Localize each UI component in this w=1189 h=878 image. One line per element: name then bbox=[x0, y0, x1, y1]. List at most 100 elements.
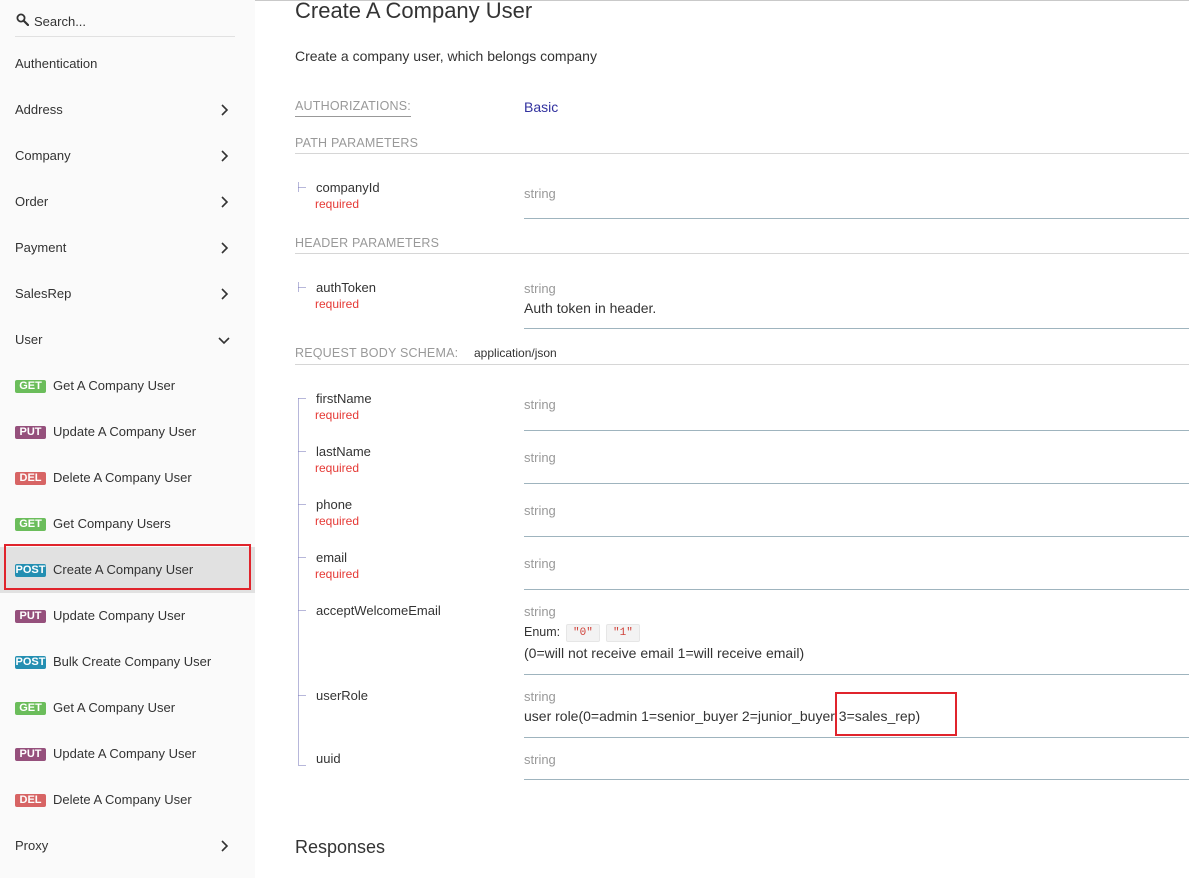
sidebar-item-label: Proxy bbox=[15, 838, 49, 853]
param-description: Auth token in header. bbox=[524, 300, 657, 316]
required-label: required bbox=[315, 197, 360, 211]
tree-connector bbox=[298, 557, 306, 558]
divider bbox=[524, 328, 1189, 329]
search-input[interactable] bbox=[34, 10, 229, 32]
tree-connector bbox=[298, 282, 299, 292]
sidebar-item-label: SalesRep bbox=[15, 286, 72, 301]
divider bbox=[524, 218, 1189, 219]
sidebar-item-address[interactable]: Address bbox=[0, 87, 255, 133]
param-type: string bbox=[524, 752, 556, 767]
param-type: string bbox=[524, 281, 556, 296]
tree-connector bbox=[298, 398, 306, 399]
responses-heading: Responses bbox=[295, 837, 386, 857]
sidebar-op-delete-company-user-2[interactable]: DEL Delete A Company User bbox=[0, 777, 255, 823]
required-label: required bbox=[315, 461, 360, 475]
enum-label: Enum: bbox=[524, 625, 561, 639]
sidebar-op-update-company-user-2[interactable]: PUT Update Company User bbox=[0, 593, 255, 639]
sidebar-op-label: Bulk Create Company User bbox=[53, 654, 212, 669]
param-name-companyid: companyId bbox=[316, 180, 380, 195]
sidebar-op-label: Get A Company User bbox=[53, 378, 176, 393]
sidebar-item-label: Company bbox=[15, 148, 71, 163]
divider bbox=[295, 253, 1189, 254]
divider bbox=[524, 779, 1189, 780]
sidebar-item-proxy[interactable]: Proxy bbox=[0, 823, 255, 869]
request-body-heading: REQUEST BODY SCHEMA: bbox=[295, 346, 459, 360]
annotation-highlight-box bbox=[4, 544, 251, 590]
param-type: string bbox=[524, 689, 556, 704]
chevron-right-icon bbox=[221, 104, 229, 116]
sidebar-op-update-company-user-3[interactable]: PUT Update A Company User bbox=[0, 731, 255, 777]
method-badge-put: PUT bbox=[15, 748, 46, 761]
sidebar-op-get-company-user-2[interactable]: GET Get A Company User bbox=[0, 685, 255, 731]
tree-connector bbox=[298, 765, 306, 766]
param-name-acceptwelcomeemail: acceptWelcomeEmail bbox=[316, 603, 441, 618]
method-badge-get: GET bbox=[15, 380, 46, 393]
sidebar-op-label: Update A Company User bbox=[53, 424, 197, 439]
media-type: application/json bbox=[474, 346, 557, 360]
param-name-userrole: userRole bbox=[316, 688, 369, 703]
sidebar-item-company[interactable]: Company bbox=[0, 133, 255, 179]
enum-value: "1" bbox=[606, 624, 640, 642]
param-name-uuid: uuid bbox=[316, 751, 341, 766]
param-name-email: email bbox=[316, 550, 348, 565]
required-label: required bbox=[315, 567, 360, 581]
divider bbox=[524, 536, 1189, 537]
search-icon bbox=[16, 13, 29, 26]
authorizations-label: AUTHORIZATIONS: bbox=[295, 99, 411, 117]
param-name-phone: phone bbox=[316, 497, 353, 512]
tree-connector bbox=[298, 187, 306, 188]
sidebar-op-label: Update Company User bbox=[53, 608, 186, 623]
sidebar-op-label: Get A Company User bbox=[53, 700, 176, 715]
sidebar-op-get-company-users[interactable]: GET Get Company Users bbox=[0, 501, 255, 547]
param-name-authtoken: authToken bbox=[316, 280, 376, 295]
sidebar-op-bulk-create-company-user[interactable]: POST Bulk Create Company User bbox=[0, 639, 255, 685]
sidebar-item-salesrep[interactable]: SalesRep bbox=[0, 271, 255, 317]
divider bbox=[295, 364, 1189, 365]
divider bbox=[295, 153, 1189, 154]
search-box bbox=[15, 10, 235, 37]
sidebar-op-get-company-user[interactable]: GET Get A Company User bbox=[0, 363, 255, 409]
param-description: (0=will not receive email 1=will receive… bbox=[524, 645, 805, 661]
tree-connector bbox=[298, 451, 306, 452]
divider bbox=[524, 483, 1189, 484]
sidebar-item-order[interactable]: Order bbox=[0, 179, 255, 225]
chevron-right-icon bbox=[221, 150, 229, 162]
path-parameters-heading: PATH PARAMETERS bbox=[295, 136, 419, 150]
divider bbox=[524, 674, 1189, 675]
divider bbox=[524, 589, 1189, 590]
sidebar-item-authentication[interactable]: Authentication bbox=[0, 41, 255, 87]
auth-basic-link[interactable]: Basic bbox=[524, 99, 558, 115]
enum-value: "0" bbox=[566, 624, 600, 642]
sidebar-op-delete-company-user[interactable]: DEL Delete A Company User bbox=[0, 455, 255, 501]
sidebar-item-user[interactable]: User bbox=[0, 317, 255, 363]
required-label: required bbox=[315, 297, 360, 311]
chevron-right-icon bbox=[221, 288, 229, 300]
sidebar-op-label: Get Company Users bbox=[53, 516, 171, 531]
sidebar-item-payment[interactable]: Payment bbox=[0, 225, 255, 271]
sidebar-item-label: Address bbox=[15, 102, 63, 117]
sidebar-op-update-company-user[interactable]: PUT Update A Company User bbox=[0, 409, 255, 455]
param-type: string bbox=[524, 503, 556, 518]
required-label: required bbox=[315, 514, 360, 528]
tree-connector bbox=[298, 695, 306, 696]
tree-connector bbox=[298, 610, 306, 611]
chevron-down-icon bbox=[218, 337, 230, 345]
sidebar-item-label: Order bbox=[15, 194, 49, 209]
method-badge-delete: DEL bbox=[15, 472, 46, 485]
sidebar-op-label: Delete A Company User bbox=[53, 792, 192, 807]
method-badge-put: PUT bbox=[15, 610, 46, 623]
chevron-right-icon bbox=[221, 242, 229, 254]
main-content: Create A Company User Create a company u… bbox=[255, 0, 1189, 878]
sidebar-item-label: Authentication bbox=[15, 56, 98, 71]
param-name-lastname: lastName bbox=[316, 444, 371, 459]
param-type: string bbox=[524, 556, 556, 571]
chevron-right-icon bbox=[221, 196, 229, 208]
param-type: string bbox=[524, 450, 556, 465]
sidebar-op-label: Update A Company User bbox=[53, 746, 197, 761]
chevron-right-icon bbox=[221, 840, 229, 852]
required-label: required bbox=[315, 408, 360, 422]
param-type: string bbox=[524, 186, 556, 201]
divider bbox=[524, 737, 1189, 738]
operation-description: Create a company user, which belongs com… bbox=[295, 48, 597, 64]
divider bbox=[524, 430, 1189, 431]
